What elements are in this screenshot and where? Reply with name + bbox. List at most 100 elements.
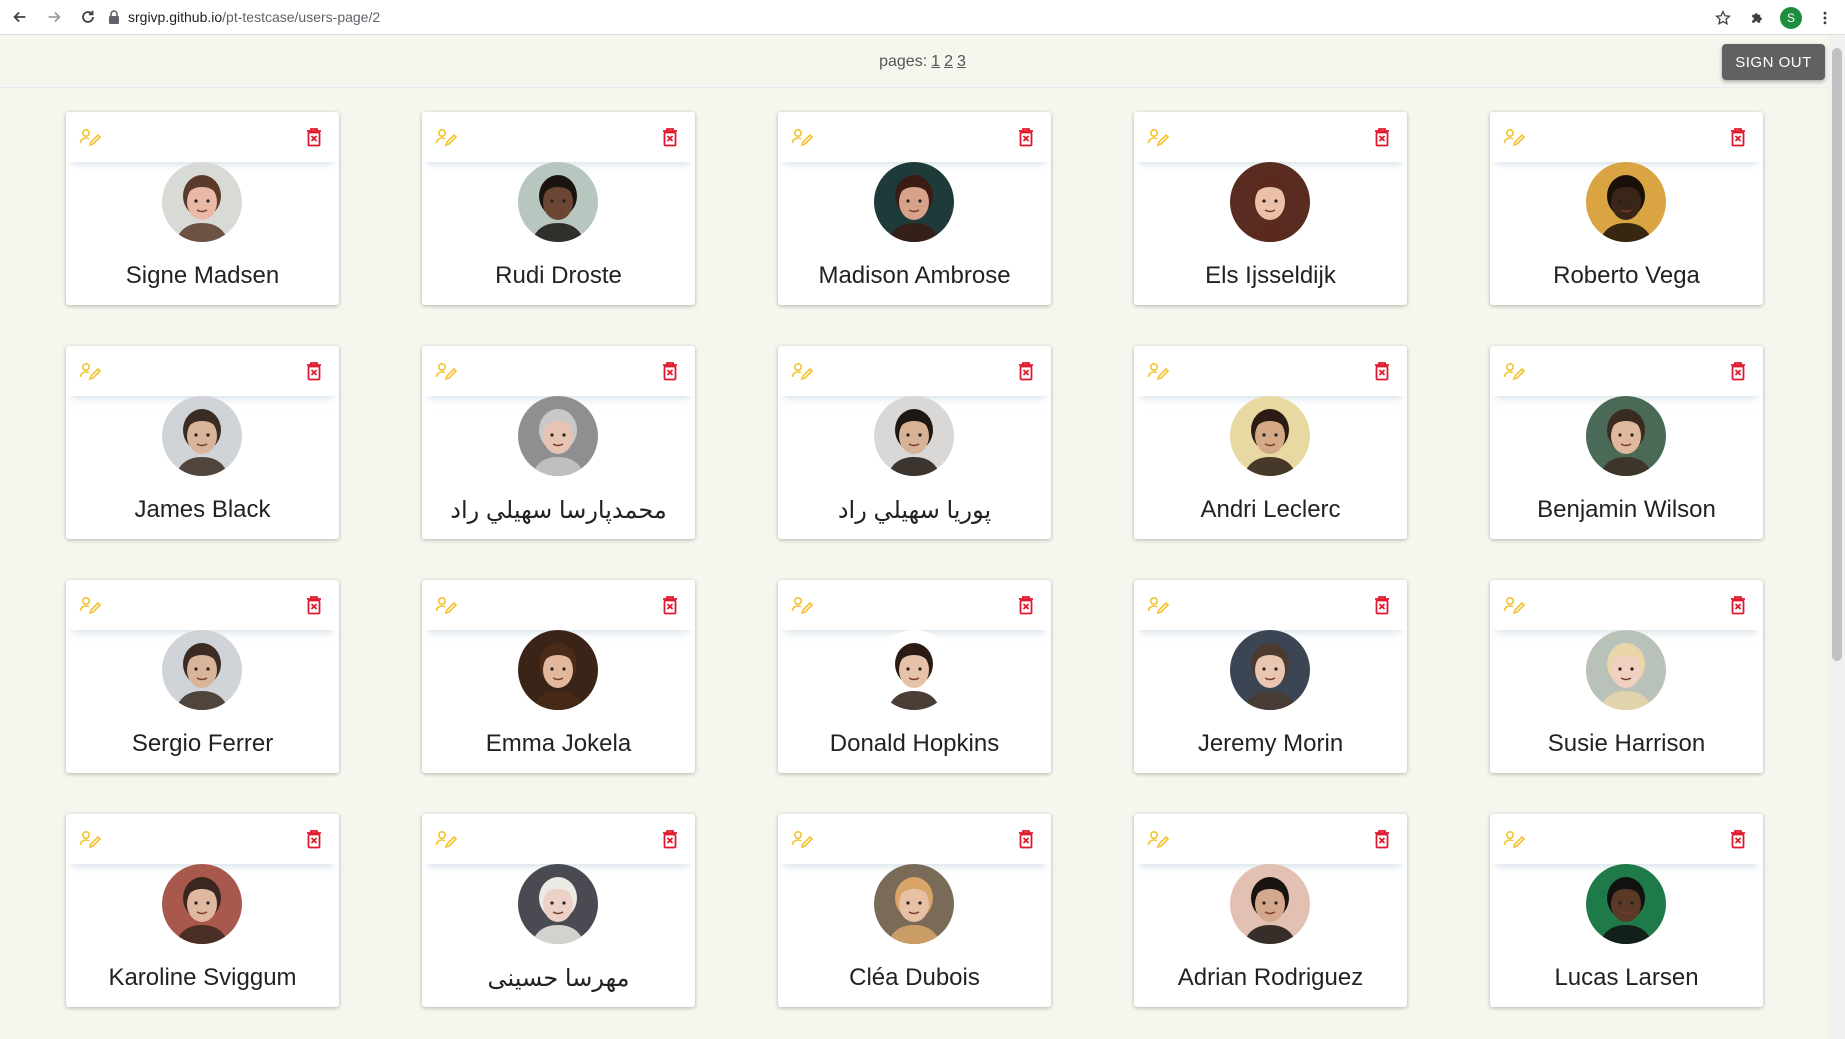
user-avatar xyxy=(1230,396,1310,476)
delete-user-icon[interactable] xyxy=(304,126,324,148)
edit-user-icon[interactable] xyxy=(1147,127,1169,149)
profile-initial: S xyxy=(1780,6,1802,29)
extensions-puzzle-icon[interactable] xyxy=(1743,4,1771,32)
edit-user-icon[interactable] xyxy=(1147,829,1169,851)
edit-user-icon[interactable] xyxy=(791,829,813,851)
delete-user-icon[interactable] xyxy=(1728,828,1748,850)
lock-icon xyxy=(109,10,119,24)
user-card: Sergio Ferrer xyxy=(66,580,339,773)
delete-user-icon[interactable] xyxy=(1372,828,1392,850)
edit-user-icon[interactable] xyxy=(79,595,101,617)
edit-user-icon[interactable] xyxy=(791,595,813,617)
browser-toolbar: srgivp.github.io/pt-testcase/users-page/… xyxy=(0,0,1845,35)
card-toolbar xyxy=(1490,346,1763,396)
user-card: پوريا سهيلي راد xyxy=(778,346,1051,539)
user-avatar xyxy=(1586,162,1666,242)
edit-user-icon[interactable] xyxy=(1503,595,1525,617)
user-card: Roberto Vega xyxy=(1490,112,1763,305)
card-toolbar xyxy=(1490,112,1763,162)
user-avatar xyxy=(518,864,598,944)
user-name: Susie Harrison xyxy=(1547,730,1706,757)
user-card: Adrian Rodriguez xyxy=(1134,814,1407,1007)
delete-user-icon[interactable] xyxy=(1016,126,1036,148)
page-link-3[interactable]: 3 xyxy=(957,53,966,70)
bookmark-star-icon[interactable] xyxy=(1709,4,1737,32)
card-toolbar xyxy=(1134,346,1407,396)
user-name: Andri Leclerc xyxy=(1200,496,1341,523)
delete-user-icon[interactable] xyxy=(1372,360,1392,382)
user-card: Karoline Sviggum xyxy=(66,814,339,1007)
user-avatar xyxy=(1230,630,1310,710)
address-bar[interactable]: srgivp.github.io/pt-testcase/users-page/… xyxy=(108,4,380,30)
user-name: Lucas Larsen xyxy=(1554,964,1699,991)
url-path: /pt-testcase/users-page/2 xyxy=(222,9,381,25)
delete-user-icon[interactable] xyxy=(1016,594,1036,616)
card-toolbar xyxy=(778,346,1051,396)
user-name: Sergio Ferrer xyxy=(131,730,274,757)
user-avatar xyxy=(874,162,954,242)
menu-kebab-icon[interactable] xyxy=(1811,4,1839,32)
user-avatar xyxy=(874,864,954,944)
user-name: Donald Hopkins xyxy=(829,730,1000,757)
edit-user-icon[interactable] xyxy=(435,127,457,149)
user-card: James Black xyxy=(66,346,339,539)
edit-user-icon[interactable] xyxy=(79,127,101,149)
user-card: Els Ijsseldijk xyxy=(1134,112,1407,305)
scrollbar-thumb[interactable] xyxy=(1832,48,1842,661)
delete-user-icon[interactable] xyxy=(304,828,324,850)
delete-user-icon[interactable] xyxy=(304,594,324,616)
edit-user-icon[interactable] xyxy=(791,361,813,383)
card-toolbar xyxy=(422,814,695,864)
user-avatar xyxy=(518,162,598,242)
back-icon[interactable] xyxy=(6,3,34,31)
delete-user-icon[interactable] xyxy=(1016,360,1036,382)
user-card: مهرسا حسینی xyxy=(422,814,695,1007)
user-card: Benjamin Wilson xyxy=(1490,346,1763,539)
user-name: Cléa Dubois xyxy=(849,964,980,991)
scrollbar[interactable] xyxy=(1829,36,1845,1039)
delete-user-icon[interactable] xyxy=(660,594,680,616)
delete-user-icon[interactable] xyxy=(1372,594,1392,616)
edit-user-icon[interactable] xyxy=(79,361,101,383)
card-toolbar xyxy=(66,112,339,162)
page-link-2[interactable]: 2 xyxy=(944,53,953,70)
edit-user-icon[interactable] xyxy=(1147,361,1169,383)
delete-user-icon[interactable] xyxy=(304,360,324,382)
card-toolbar xyxy=(1134,580,1407,630)
delete-user-icon[interactable] xyxy=(660,828,680,850)
edit-user-icon[interactable] xyxy=(435,361,457,383)
edit-user-icon[interactable] xyxy=(791,127,813,149)
reload-icon[interactable] xyxy=(74,3,102,31)
user-avatar xyxy=(162,396,242,476)
user-name: Signe Madsen xyxy=(125,262,280,289)
user-name: James Black xyxy=(134,496,271,523)
delete-user-icon[interactable] xyxy=(1728,594,1748,616)
edit-user-icon[interactable] xyxy=(435,595,457,617)
delete-user-icon[interactable] xyxy=(1728,126,1748,148)
card-toolbar xyxy=(1134,814,1407,864)
profile-avatar[interactable]: S xyxy=(1777,4,1805,32)
delete-user-icon[interactable] xyxy=(660,126,680,148)
edit-user-icon[interactable] xyxy=(79,829,101,851)
edit-user-icon[interactable] xyxy=(1503,829,1525,851)
delete-user-icon[interactable] xyxy=(1728,360,1748,382)
user-avatar xyxy=(162,864,242,944)
forward-icon[interactable] xyxy=(40,3,68,31)
user-card: محمدپارسا سهيلي راد xyxy=(422,346,695,539)
edit-user-icon[interactable] xyxy=(1147,595,1169,617)
sign-out-button[interactable]: SIGN OUT xyxy=(1722,44,1825,80)
page-link-1[interactable]: 1 xyxy=(931,53,940,70)
user-card: Emma Jokela xyxy=(422,580,695,773)
user-card: Jeremy Morin xyxy=(1134,580,1407,773)
delete-user-icon[interactable] xyxy=(1372,126,1392,148)
edit-user-icon[interactable] xyxy=(1503,361,1525,383)
edit-user-icon[interactable] xyxy=(1503,127,1525,149)
delete-user-icon[interactable] xyxy=(1016,828,1036,850)
user-name: Emma Jokela xyxy=(485,730,632,757)
card-toolbar xyxy=(66,346,339,396)
user-name: پوريا سهيلي راد xyxy=(837,497,992,524)
user-name: محمدپارسا سهيلي راد xyxy=(450,497,667,524)
delete-user-icon[interactable] xyxy=(660,360,680,382)
user-card: Rudi Droste xyxy=(422,112,695,305)
edit-user-icon[interactable] xyxy=(435,829,457,851)
